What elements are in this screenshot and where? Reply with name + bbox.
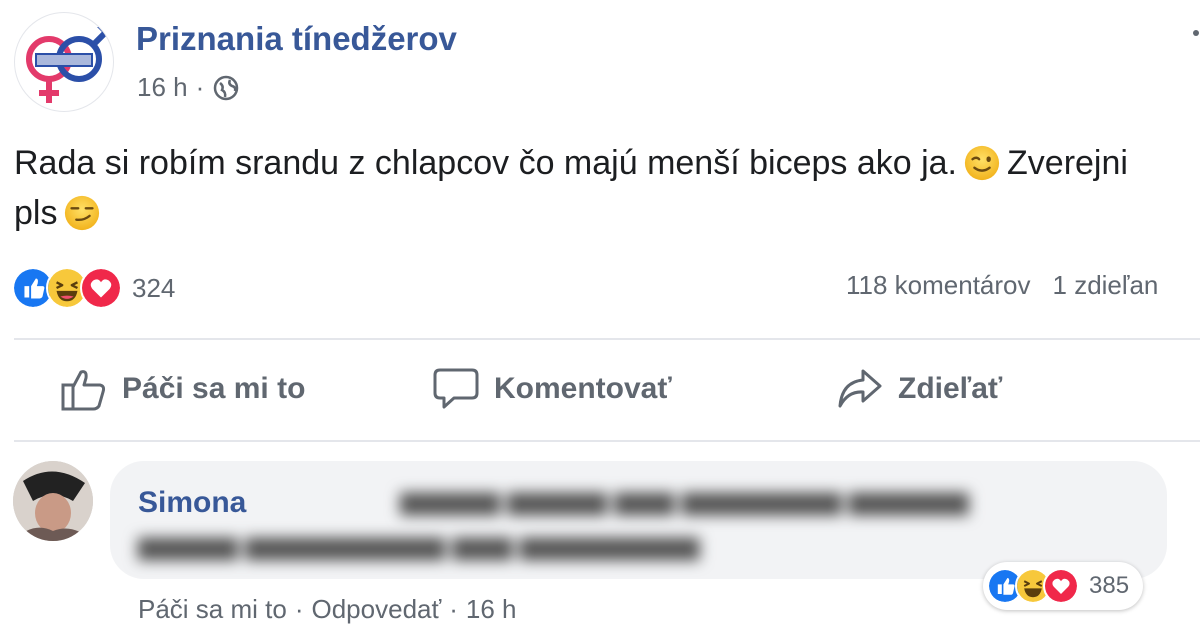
love-reaction-icon (1043, 568, 1079, 604)
meta-separator: · (195, 72, 205, 102)
shares-count[interactable]: 1 zdieľan (1053, 270, 1159, 300)
commenter-avatar[interactable] (13, 461, 93, 541)
globe-icon (214, 75, 239, 100)
post-body: Rada si robím srandu z chlapcov čo majú … (14, 138, 1200, 238)
comment-reply-link[interactable]: Odpovedať (312, 594, 442, 624)
post-text-line1-end: Zverejni (1007, 144, 1128, 182)
post-options-icon[interactable] (1193, 30, 1199, 36)
page-avatar[interactable] (14, 12, 114, 112)
separator: · (294, 594, 304, 624)
page-logo-icon (26, 27, 111, 103)
post-stats: 118 komentárov 1 zdieľan (846, 270, 1158, 301)
comment-button[interactable]: Komentovať (432, 366, 672, 412)
comment-actions: Páči sa mi to · Odpovedať · 16 h (138, 594, 517, 625)
divider (14, 338, 1200, 340)
separator: · (449, 594, 458, 624)
smirk-emoji (65, 195, 100, 231)
thumbs-up-icon (61, 370, 106, 411)
comment-like-link[interactable]: Páči sa mi to (138, 594, 287, 624)
post-text-line1: Rada si robím srandu z chlapcov čo majú … (14, 144, 958, 182)
comment-author[interactable]: Simona (138, 486, 246, 520)
comment-reactions[interactable]: 385 (983, 562, 1144, 610)
comments-count[interactable]: 118 komentárov (846, 270, 1031, 300)
post-reactions[interactable]: 324 (12, 267, 175, 309)
love-reaction-icon (80, 267, 122, 309)
page-name[interactable]: Priznania tínedžerov (136, 20, 457, 58)
share-label: Zdieľať (898, 372, 1003, 405)
blurred-comment-text: ▆▆▆▆▆ ▆▆▆▆▆▆▆▆▆▆ ▆▆▆ ▆▆▆▆▆▆▆▆▆ (138, 530, 700, 560)
like-button[interactable]: Páči sa mi to (60, 366, 305, 412)
share-button[interactable]: Zdieľať (836, 366, 1002, 412)
wink-emoji (964, 145, 1000, 181)
share-arrow-icon (838, 369, 882, 408)
avatar-photo (13, 461, 93, 541)
comment-reaction-count: 385 (1089, 572, 1130, 599)
post-time[interactable]: 16 h (137, 72, 188, 103)
divider (14, 440, 1200, 442)
reaction-count: 324 (132, 272, 176, 303)
blurred-comment-text: ▆▆▆▆▆ ▆▆▆▆▆ ▆▆▆ ▆▆▆▆▆▆▆▆ ▆▆▆▆▆▆ (400, 485, 969, 515)
post-text-line2: pls (14, 194, 58, 232)
like-label: Páči sa mi to (122, 372, 306, 405)
post-meta: 16 h · (137, 72, 240, 103)
comment-label: Komentovať (494, 372, 672, 405)
comment-time[interactable]: 16 h (466, 594, 517, 624)
speech-bubble-icon (433, 368, 479, 409)
